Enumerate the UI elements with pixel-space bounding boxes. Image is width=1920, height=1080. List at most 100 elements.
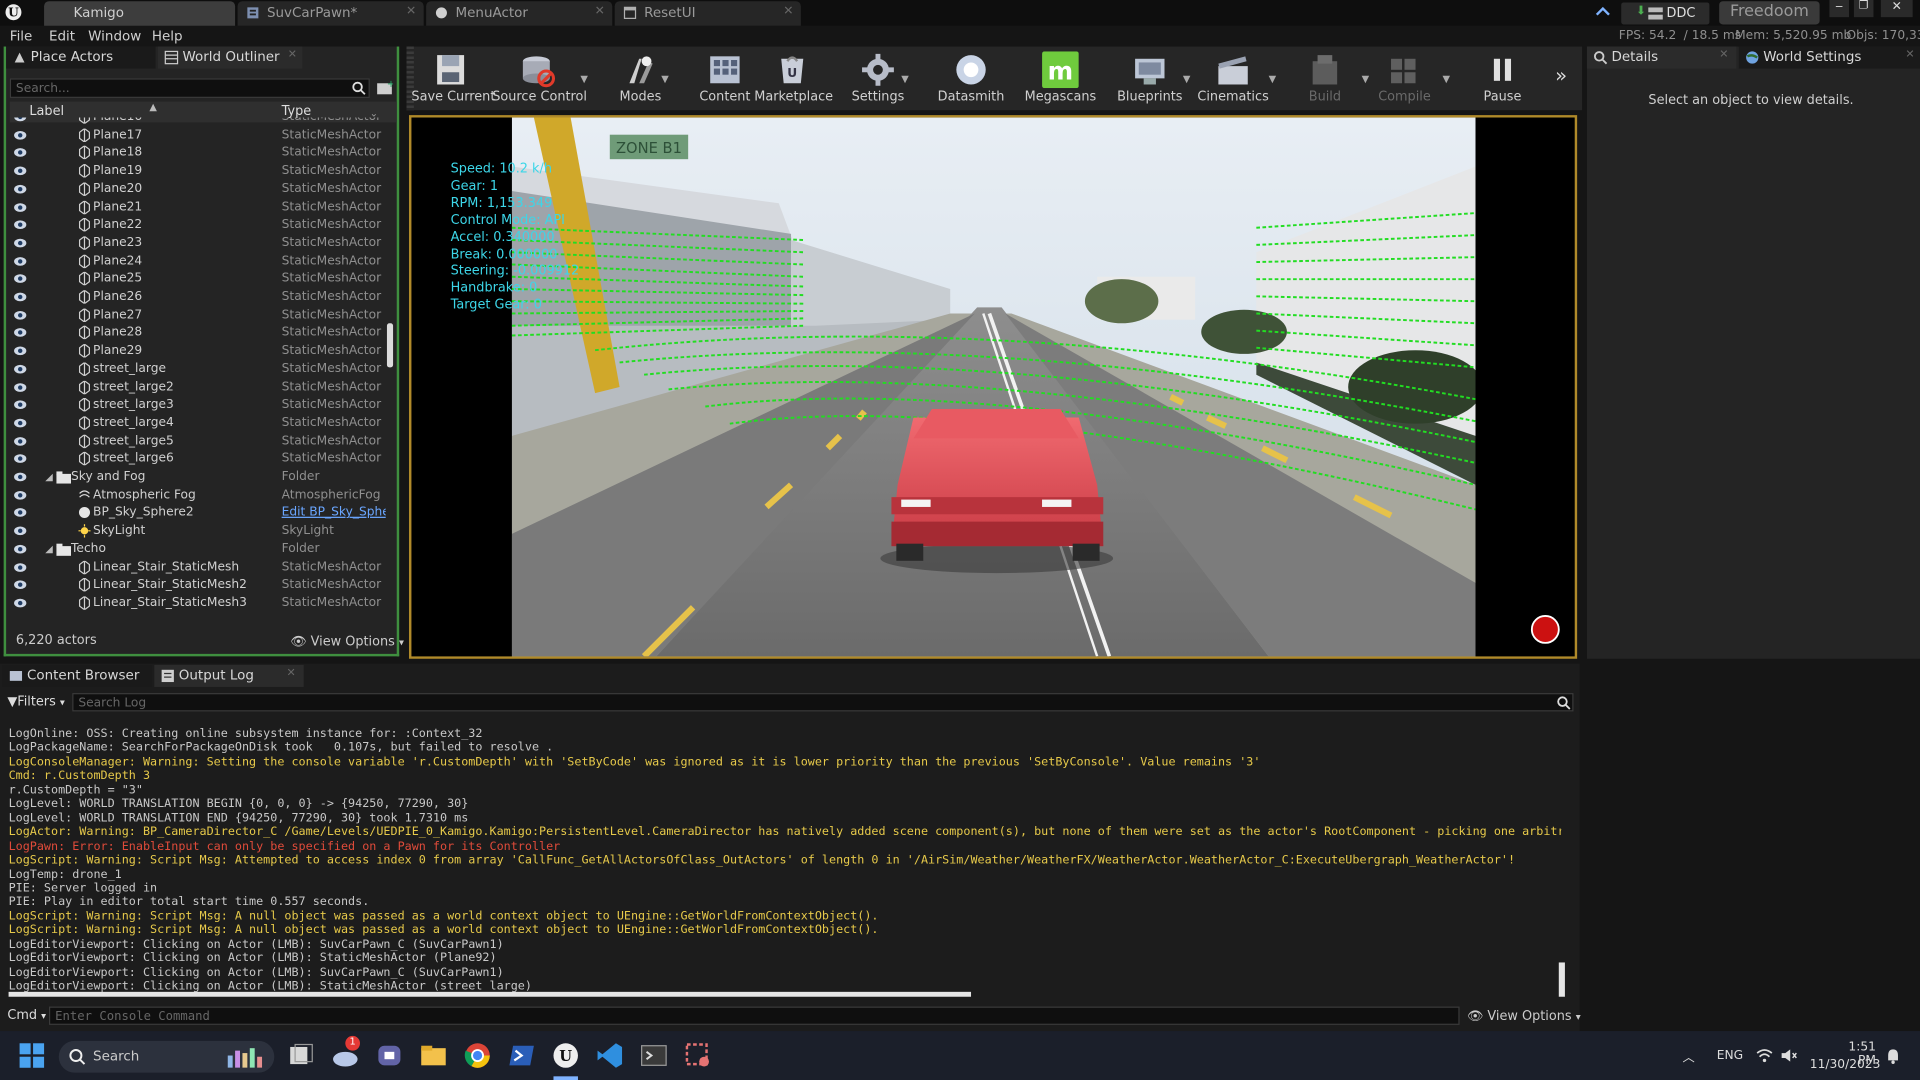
visibility-eye-icon[interactable] <box>13 273 27 284</box>
outliner-row[interactable]: Plane25 StaticMeshActor <box>10 271 383 289</box>
outliner-row[interactable]: Plane23 StaticMeshActor <box>10 235 383 253</box>
tab-output-log[interactable]: Output Log ✕ <box>154 664 304 687</box>
visibility-eye-icon[interactable] <box>13 597 27 608</box>
content-button[interactable]: Content <box>691 47 760 111</box>
terminal-icon[interactable] <box>639 1041 668 1070</box>
outliner-row[interactable]: Plane24 StaticMeshActor <box>10 253 383 271</box>
outliner-row[interactable]: Plane29 StaticMeshActor <box>10 343 383 361</box>
visibility-eye-icon[interactable] <box>13 417 27 428</box>
record-icon[interactable] <box>1530 615 1560 644</box>
wifi-icon[interactable] <box>1756 1048 1773 1063</box>
visibility-eye-icon[interactable] <box>13 255 27 266</box>
pause-button[interactable]: Pause <box>1472 47 1533 111</box>
visibility-eye-icon[interactable] <box>13 561 27 572</box>
tab-kamigo[interactable]: Kamigo <box>44 1 236 26</box>
settings-button[interactable]: Settings ▼ <box>845 47 911 111</box>
vscode-icon[interactable] <box>595 1041 624 1070</box>
megascans-button[interactable]: m Megascans <box>1021 47 1099 111</box>
visibility-eye-icon[interactable] <box>13 507 27 518</box>
outliner-row[interactable]: Plane20 StaticMeshActor <box>10 181 383 199</box>
outliner-row[interactable]: street_large4 StaticMeshActor <box>10 415 383 433</box>
toolbar-overflow-icon[interactable]: » <box>1555 64 1567 87</box>
visibility-eye-icon[interactable] <box>13 291 27 302</box>
visibility-eye-icon[interactable] <box>13 363 27 374</box>
visibility-eye-icon[interactable] <box>13 453 27 464</box>
outliner-row[interactable]: street_large StaticMeshActor <box>10 361 383 379</box>
outliner-scrollbar[interactable] <box>386 323 394 368</box>
unreal-taskbar-icon[interactable]: U <box>551 1041 580 1070</box>
close-tab-icon[interactable]: ✕ <box>406 5 416 18</box>
chrome-icon[interactable] <box>463 1041 492 1070</box>
outliner-row[interactable]: street_large5 StaticMeshActor <box>10 433 383 451</box>
outliner-row[interactable]: Plane26 StaticMeshActor <box>10 289 383 307</box>
cinematics-button[interactable]: Cinematics ▼ <box>1195 47 1276 111</box>
visibility-eye-icon[interactable] <box>13 129 27 140</box>
unreal-logo-icon[interactable]: U <box>5 4 22 21</box>
tab-content-browser[interactable]: Content Browser <box>2 664 152 687</box>
level-viewport[interactable]: ZONE B1 Speed: 10.2 k/h Gear: 1 RPM: 1,1… <box>408 115 1578 659</box>
outliner-row[interactable]: ◢ Techo Folder <box>10 541 383 559</box>
sync-icon[interactable] <box>1594 5 1611 21</box>
visibility-eye-icon[interactable] <box>13 345 27 356</box>
task-view-icon[interactable] <box>287 1041 316 1070</box>
outliner-row[interactable]: ◢ Sky and Fog Folder <box>10 469 383 487</box>
tab-place-actors[interactable]: Place Actors <box>6 46 156 69</box>
outliner-row[interactable]: Plane28 StaticMeshActor <box>10 325 383 343</box>
file-explorer-icon[interactable] <box>419 1041 448 1070</box>
close-tab-icon[interactable]: ✕ <box>287 667 296 679</box>
tab-details[interactable]: Details ✕ <box>1586 46 1737 69</box>
visibility-eye-icon[interactable] <box>13 165 27 176</box>
outliner-row[interactable]: Plane16 StaticMeshActor <box>10 117 383 127</box>
compile-button[interactable]: Compile ▼ <box>1374 47 1450 111</box>
taskbar-search[interactable]: Search <box>58 1040 275 1073</box>
search-icon[interactable] <box>1556 696 1571 711</box>
visibility-eye-icon[interactable] <box>13 399 27 410</box>
dropdown-arrow-icon[interactable]: ▼ <box>1442 73 1450 84</box>
weather-widget-icon[interactable]: 1 <box>331 1035 361 1070</box>
powershell-icon[interactable] <box>507 1041 536 1070</box>
visibility-eye-icon[interactable] <box>13 471 27 482</box>
dropdown-arrow-icon[interactable]: ▼ <box>580 73 588 84</box>
outliner-row[interactable]: SkyLight SkyLight <box>10 523 383 541</box>
dropdown-arrow-icon[interactable]: ▼ <box>1362 73 1370 84</box>
console-command-input[interactable]: Enter Console Command <box>48 1006 1460 1025</box>
visibility-eye-icon[interactable] <box>13 219 27 230</box>
restore-button[interactable]: ❐ <box>1853 0 1874 18</box>
language-indicator[interactable]: ENG <box>1717 1049 1743 1062</box>
search-icon[interactable] <box>351 81 366 96</box>
outliner-row[interactable]: Plane21 StaticMeshActor <box>10 199 383 217</box>
ddc-button[interactable]: ⬇ DDC <box>1621 2 1710 25</box>
outliner-row[interactable]: Atmospheric Fog AtmosphericFog <box>10 487 383 505</box>
log-horizontal-scrollbar[interactable] <box>8 991 972 997</box>
outliner-row[interactable]: street_large6 StaticMeshActor <box>10 451 383 469</box>
visibility-eye-icon[interactable] <box>13 489 27 500</box>
filters-button[interactable]: ▼Filters ▾ <box>7 694 64 709</box>
dropdown-arrow-icon[interactable]: ▼ <box>901 73 909 84</box>
tab-suvcarpawn[interactable]: SuvCarPawn* ✕ <box>237 1 424 26</box>
chevron-up-icon[interactable]: ︿ <box>1682 1047 1694 1065</box>
outliner-search-input[interactable]: Search... <box>9 78 370 98</box>
view-options-button[interactable]: 👁 View Options ▾ <box>290 633 404 649</box>
close-tab-icon[interactable]: ✕ <box>288 49 297 61</box>
menu-file[interactable]: File <box>10 28 33 44</box>
source-control-button[interactable]: Source Control ▼ <box>492 47 588 111</box>
outliner-row[interactable]: BP_Sky_Sphere2 Edit BP_Sky_Sphe <box>10 505 386 523</box>
outliner-row[interactable]: street_large2 StaticMeshActor <box>10 379 383 397</box>
tab-menuactor[interactable]: MenuActor ✕ <box>426 1 613 26</box>
visibility-eye-icon[interactable] <box>13 117 27 123</box>
visibility-eye-icon[interactable] <box>13 381 27 392</box>
log-output[interactable]: LogOnline: OSS: Creating online subsyste… <box>9 727 1562 993</box>
log-vertical-scrollbar[interactable] <box>1558 962 1565 997</box>
menu-edit[interactable]: Edit <box>49 28 75 44</box>
menu-window[interactable]: Window <box>88 28 141 44</box>
log-search-input[interactable]: Search Log <box>72 693 1574 712</box>
outliner-row[interactable]: Linear_Stair_StaticMesh3 StaticMeshActor <box>10 595 383 613</box>
dropdown-arrow-icon[interactable]: ▼ <box>1269 73 1277 84</box>
tab-resetui[interactable]: ResetUI ✕ <box>614 1 801 26</box>
close-tab-icon[interactable]: ✕ <box>1905 49 1914 61</box>
visibility-eye-icon[interactable] <box>13 525 27 536</box>
build-button[interactable]: Build ▼ <box>1296 47 1369 111</box>
tab-world-outliner[interactable]: World Outliner ✕ <box>157 46 303 69</box>
datasmith-button[interactable]: Datasmith <box>931 47 1012 111</box>
outliner-row[interactable]: Linear_Stair_StaticMesh StaticMeshActor <box>10 559 383 577</box>
